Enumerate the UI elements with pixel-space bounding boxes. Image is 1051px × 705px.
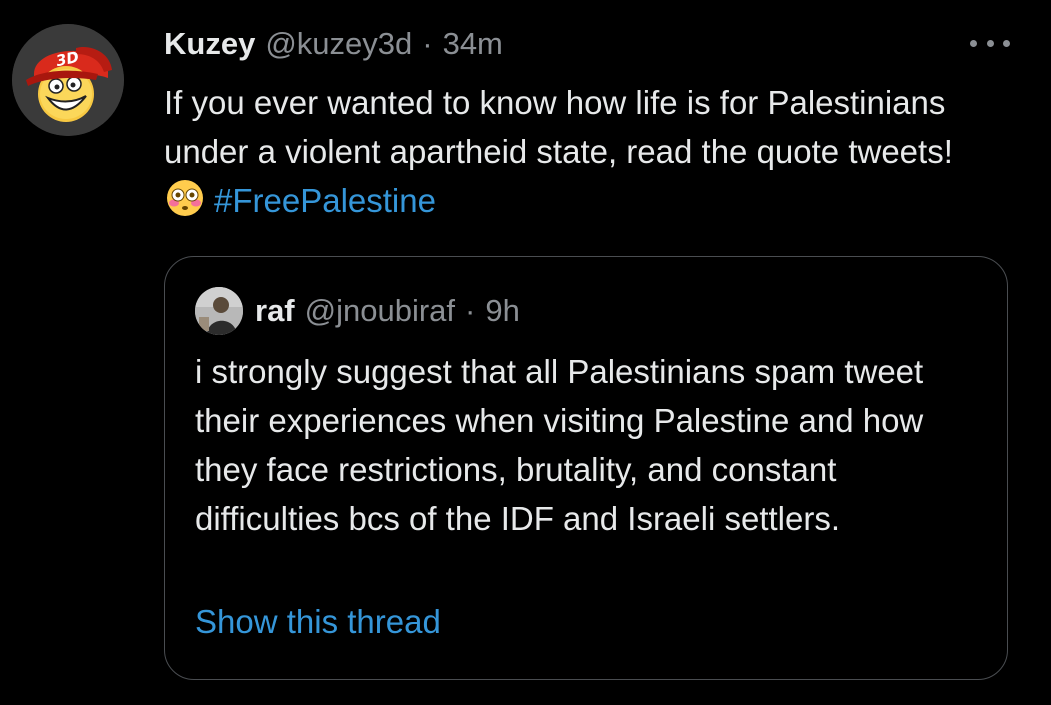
- more-dot: [986, 39, 994, 47]
- quoted-author-name[interactable]: raf: [255, 293, 295, 329]
- more-dots-icon[interactable]: [970, 30, 1010, 56]
- more-dot: [1003, 39, 1010, 47]
- hashtag-link[interactable]: #FreePalestine: [214, 182, 436, 219]
- author-handle[interactable]: @kuzey3d: [265, 26, 412, 62]
- author-name[interactable]: Kuzey: [164, 26, 255, 62]
- author-avatar[interactable]: 3D: [12, 24, 124, 136]
- separator-dot: ·: [422, 26, 433, 61]
- tweet-header: Kuzey @kuzey3d · 34m: [164, 22, 503, 66]
- quoted-tweet[interactable]: raf @jnoubiraf · 9h i strongly suggest t…: [164, 256, 1008, 680]
- tweet-text: If you ever wanted to know how life is f…: [164, 78, 984, 225]
- quoted-tweet-timestamp[interactable]: 9h: [485, 293, 519, 329]
- quoted-tweet-header: raf @jnoubiraf · 9h: [195, 287, 520, 335]
- quoted-avatar-image: [195, 287, 243, 335]
- tweet-text-content: If you ever wanted to know how life is f…: [164, 84, 953, 170]
- more-dot: [970, 39, 977, 47]
- quoted-author-handle[interactable]: @jnoubiraf: [305, 293, 455, 329]
- tweet[interactable]: 3D Kuzey @kuzey3d · 34m If you ever want…: [0, 0, 1051, 705]
- tweet-timestamp[interactable]: 34m: [443, 26, 503, 62]
- quoted-author-avatar[interactable]: [195, 287, 243, 335]
- quoted-tweet-text: i strongly suggest that all Palestinians…: [195, 353, 924, 537]
- flushed-face-emoji: [167, 180, 203, 216]
- show-thread-link[interactable]: Show this thread: [195, 603, 441, 641]
- avatar-image: [12, 24, 124, 136]
- quoted-separator-dot: ·: [465, 293, 476, 328]
